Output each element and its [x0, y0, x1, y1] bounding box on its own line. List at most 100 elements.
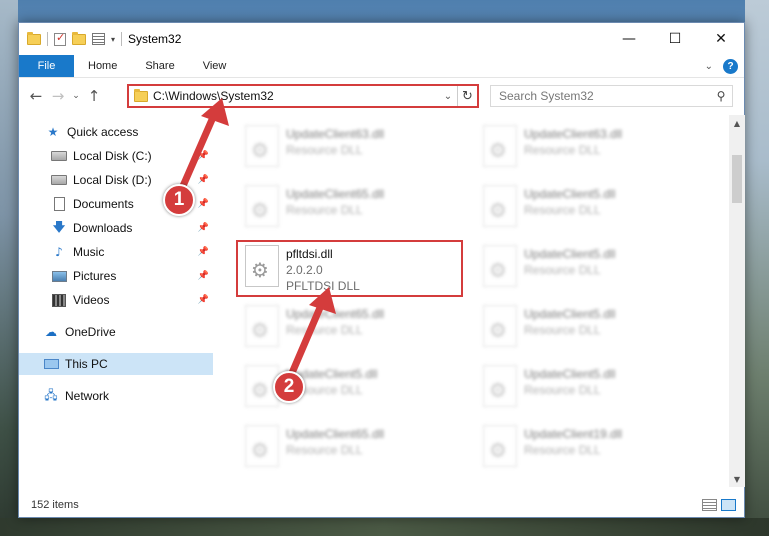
file-description: Resource DLL [286, 143, 363, 157]
disk-icon [51, 149, 67, 163]
sidebar-item-onedrive[interactable]: ☁ OneDrive [19, 321, 213, 343]
recent-locations-chevron-icon[interactable]: ⌄ [69, 84, 83, 108]
file-item[interactable]: UpdateClient65.dll Resource DLL [237, 179, 462, 235]
ribbon-tabs: File Home Share View ⌄ ? [19, 55, 744, 78]
new-folder-icon[interactable] [72, 31, 86, 45]
dll-file-icon [245, 125, 279, 167]
item-count: 152 items [31, 499, 79, 511]
tab-view[interactable]: View [189, 55, 241, 77]
title-bar: ▾ System32 — ☐ ✕ [19, 23, 744, 55]
expand-ribbon-chevron-icon[interactable]: ⌄ [705, 61, 713, 72]
tab-share[interactable]: Share [131, 55, 188, 77]
file-item[interactable]: UpdateClient5.dll Resource DLL [237, 359, 462, 415]
pin-icon[interactable]: 📌 [198, 151, 209, 161]
refresh-icon[interactable]: ↻ [457, 86, 477, 106]
file-item[interactable]: UpdateClient65.dll Resource DLL [237, 419, 462, 475]
file-item[interactable]: UpdateClient5.dll Resource DLL [475, 239, 700, 295]
sidebar-item-label: Network [65, 389, 110, 403]
file-name: UpdateClient63.dll [286, 127, 385, 141]
sidebar-item-local-disk-c[interactable]: Local Disk (C:) 📌 [19, 145, 213, 167]
customize-toolbar-icon[interactable]: ▾ [111, 35, 115, 44]
search-icon[interactable]: ⚲ [710, 89, 732, 103]
navigation-pane: ★ Quick access Local Disk (C:) 📌 Local D… [19, 119, 213, 487]
tab-file[interactable]: File [19, 55, 74, 77]
dll-file-icon [483, 245, 517, 287]
pin-icon[interactable]: 📌 [198, 223, 209, 233]
sidebar-item-label: Documents [73, 197, 134, 211]
back-button[interactable]: ← [25, 84, 47, 108]
pin-icon[interactable]: 📌 [198, 199, 209, 209]
desktop-background-left [0, 0, 18, 536]
file-name: UpdateClient65.dll [286, 187, 385, 201]
dll-file-icon [483, 305, 517, 347]
sidebar-item-music[interactable]: ♪ Music 📌 [19, 241, 213, 263]
sidebar-item-label: Local Disk (D:) [73, 173, 152, 187]
file-name: UpdateClient19.dll [524, 427, 623, 441]
file-name: UpdateClient5.dll [524, 187, 616, 201]
folder-icon [27, 31, 41, 45]
search-box[interactable]: ⚲ [490, 85, 733, 107]
window-title: System32 [128, 32, 182, 46]
cloud-icon: ☁ [45, 325, 57, 339]
pin-icon[interactable]: 📌 [198, 247, 209, 257]
file-item[interactable]: UpdateClient19.dll Resource DLL [475, 419, 700, 475]
properties-check-icon[interactable] [54, 31, 66, 46]
sidebar-item-this-pc[interactable]: This PC [19, 353, 213, 375]
toolbar-divider [121, 32, 123, 46]
file-description: Resource DLL [524, 203, 601, 217]
properties-icon[interactable] [92, 33, 105, 45]
address-dropdown-chevron-icon[interactable]: ⌄ [439, 91, 457, 102]
desktop-background-bottom [0, 518, 769, 536]
details-view-icon[interactable] [702, 499, 717, 511]
search-input[interactable] [499, 89, 710, 103]
vertical-scrollbar[interactable]: ▲ ▼ [729, 115, 745, 487]
desktop-background-right [745, 0, 769, 536]
step-1-badge: 1 [163, 184, 195, 216]
file-name: UpdateClient5.dll [524, 247, 616, 261]
computer-icon [43, 357, 59, 371]
file-name: UpdateClient65.dll [286, 427, 385, 441]
close-button[interactable]: ✕ [698, 23, 744, 55]
tiles-view-icon[interactable] [721, 499, 736, 511]
forward-button[interactable]: → [47, 84, 69, 108]
music-icon: ♪ [55, 245, 63, 259]
quick-access-toolbar: ▾ [19, 31, 123, 46]
sidebar-item-label: Local Disk (C:) [73, 149, 152, 163]
pin-icon[interactable]: 📌 [198, 271, 209, 281]
file-item[interactable]: UpdateClient65.dll Resource DLL [237, 299, 462, 355]
address-bar[interactable]: C:\Windows\System32 ⌄ ↻ [127, 84, 479, 108]
address-path[interactable]: C:\Windows\System32 [153, 89, 439, 103]
file-highlight-box [236, 240, 463, 297]
file-item[interactable]: UpdateClient63.dll Resource DLL [237, 119, 462, 175]
file-item[interactable]: UpdateClient5.dll Resource DLL [475, 359, 700, 415]
minimize-button[interactable]: — [606, 23, 652, 55]
file-description: Resource DLL [286, 323, 363, 337]
file-list: UpdateClient63.dll Resource DLL UpdateCl… [233, 115, 728, 487]
scroll-thumb[interactable] [732, 155, 742, 203]
scroll-up-icon[interactable]: ▲ [729, 115, 745, 131]
sidebar-item-label: Pictures [73, 269, 117, 283]
sidebar-item-label: Downloads [73, 221, 133, 235]
maximize-button[interactable]: ☐ [652, 23, 698, 55]
view-toggle [702, 499, 744, 511]
pin-icon[interactable]: 📌 [198, 175, 209, 185]
sidebar-item-quick-access[interactable]: ★ Quick access [19, 121, 213, 143]
scroll-down-icon[interactable]: ▼ [729, 471, 745, 487]
file-item[interactable]: UpdateClient5.dll Resource DLL [475, 299, 700, 355]
dll-file-icon [483, 425, 517, 467]
tab-home[interactable]: Home [74, 55, 131, 77]
dll-file-icon [245, 305, 279, 347]
file-item[interactable]: UpdateClient5.dll Resource DLL [475, 179, 700, 235]
sidebar-item-label: OneDrive [65, 325, 116, 339]
file-item[interactable]: UpdateClient63.dll Resource DLL [475, 119, 700, 175]
pin-icon[interactable]: 📌 [198, 295, 209, 305]
sidebar-item-downloads[interactable]: 🡇 Downloads 📌 [19, 217, 213, 239]
sidebar-item-label: This PC [65, 357, 108, 371]
sidebar-item-pictures[interactable]: Pictures 📌 [19, 265, 213, 287]
help-icon[interactable]: ? [723, 58, 738, 74]
file-description: Resource DLL [524, 263, 601, 277]
sidebar-item-network[interactable]: 🖧 Network [19, 385, 213, 407]
file-name: UpdateClient5.dll [524, 367, 616, 381]
up-button[interactable]: ↑ [83, 84, 105, 108]
sidebar-item-videos[interactable]: Videos 📌 [19, 289, 213, 311]
